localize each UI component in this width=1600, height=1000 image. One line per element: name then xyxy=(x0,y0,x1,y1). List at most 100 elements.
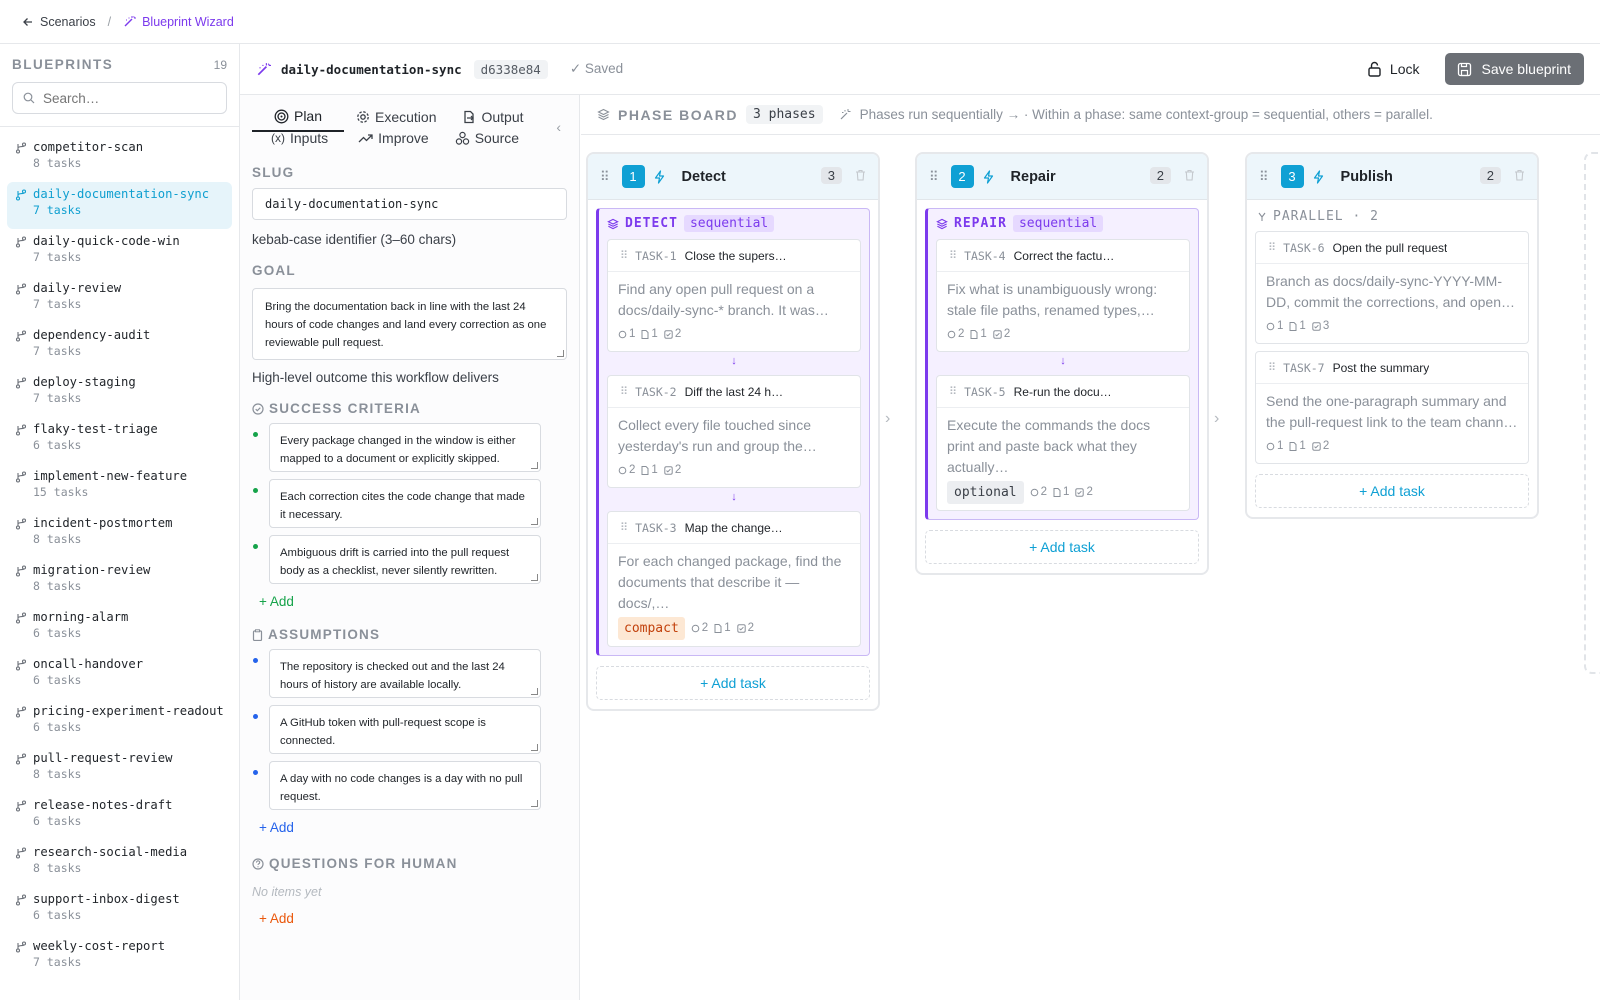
blueprint-search[interactable] xyxy=(12,82,227,114)
success-textarea[interactable]: Each correction cites the code change th… xyxy=(269,479,541,528)
assumptions-item: A GitHub token with pull-request scope i… xyxy=(252,705,567,754)
sidebar-item-dependency-audit[interactable]: dependency-audit 7 tasks xyxy=(7,323,232,370)
add-question-button[interactable]: + Add xyxy=(259,911,294,926)
drag-handle-icon[interactable]: ⠿ xyxy=(620,521,628,534)
trash-icon[interactable] xyxy=(855,169,866,181)
drag-handle-icon[interactable]: ⠿ xyxy=(600,169,610,185)
drag-handle-icon[interactable]: ⠿ xyxy=(929,169,939,185)
task-description: Execute the commands the docs print and … xyxy=(947,417,1151,475)
task-header: ⠿ TASK-4 Correct the factu… xyxy=(937,240,1189,272)
search-icon xyxy=(23,92,35,104)
trash-icon[interactable] xyxy=(1184,169,1195,181)
branch-icon xyxy=(15,236,27,248)
sidebar-item-incident-postmortem[interactable]: incident-postmortem 8 tasks xyxy=(7,511,232,558)
sidebar-item-flaky-test-triage[interactable]: flaky-test-triage 6 tasks xyxy=(7,417,232,464)
task-card[interactable]: ⠿ TASK-4 Correct the factu… Fix what is una… xyxy=(936,239,1190,352)
task-card[interactable]: ⠿ TASK-2 Diff the last 24 h… Collect every … xyxy=(607,375,861,488)
sidebar-item-competitor-scan[interactable]: competitor-scan 8 tasks xyxy=(7,135,232,182)
sidebar-item-oncall-handover[interactable]: oncall-handover 6 tasks xyxy=(7,652,232,699)
file-count-value: 1 xyxy=(651,328,658,340)
add-phase-placeholder[interactable] xyxy=(1584,152,1600,674)
add-task-button[interactable]: + Add task xyxy=(596,666,870,700)
bullet-dot xyxy=(253,658,258,663)
task-card[interactable]: ⠿ TASK-6 Open the pull request Branch as do… xyxy=(1255,231,1529,344)
drag-handle-icon[interactable]: ⠿ xyxy=(949,385,957,398)
sidebar-item-daily-review[interactable]: daily-review 7 tasks xyxy=(7,276,232,323)
task-description: Branch as docs/daily-sync-YYYY-MM-DD, co… xyxy=(1266,273,1515,310)
sidebar-item-research-social-media[interactable]: research-social-media 8 tasks xyxy=(7,840,232,887)
task-meta: 1 1 2 xyxy=(1266,436,1518,457)
phase-board-header: PHASE BOARD 3 phases Phases run sequenti… xyxy=(581,95,1600,135)
add-assumption-button[interactable]: + Add xyxy=(259,820,294,835)
blueprint-header: daily-documentation-sync d6338e84 ✓ Save… xyxy=(240,44,1600,95)
task-card[interactable]: ⠿ TASK-1 Close the supers… Find any open pu… xyxy=(607,239,861,352)
trash-icon[interactable] xyxy=(1514,169,1525,181)
resize-handle[interactable] xyxy=(531,800,538,807)
sidebar-item-pricing-experiment-readout[interactable]: pricing-experiment-readout 6 tasks xyxy=(7,699,232,746)
sidebar-item-daily-quick-code-win[interactable]: daily-quick-code-win 7 tasks xyxy=(7,229,232,276)
sidebar-item-count: 8 tasks xyxy=(33,579,82,593)
phase-board: ⠿ 1 Detect 3 DETECT sequential ⠿ TASK-1 Close th… xyxy=(581,135,1600,1000)
sidebar-item-name: daily-documentation-sync xyxy=(33,187,210,201)
resize-handle[interactable] xyxy=(531,462,538,469)
lock-button[interactable]: Lock xyxy=(1357,55,1430,83)
sidebar-item-deploy-staging[interactable]: deploy-staging 7 tasks xyxy=(7,370,232,417)
sidebar-item-support-inbox-digest[interactable]: support-inbox-digest 6 tasks xyxy=(7,887,232,934)
sidebar-item-weekly-cost-report[interactable]: weekly-cost-report 7 tasks xyxy=(7,934,232,981)
success-text: Every package changed in the window is e… xyxy=(280,435,516,465)
add-success-criterion-button[interactable]: + Add xyxy=(259,594,294,609)
assumptions-textarea[interactable]: A GitHub token with pull-request scope i… xyxy=(269,705,541,754)
file-count: 1 xyxy=(1053,482,1069,503)
tab-source[interactable]: Source xyxy=(455,123,519,153)
drag-handle-icon[interactable]: ⠿ xyxy=(949,249,957,262)
resize-handle[interactable] xyxy=(531,574,538,581)
slug-input[interactable]: daily-documentation-sync xyxy=(252,188,567,220)
add-task-button[interactable]: + Add task xyxy=(925,530,1199,564)
task-card[interactable]: ⠿ TASK-7 Post the summary Send the one-para… xyxy=(1255,351,1529,464)
sidebar-item-pull-request-review[interactable]: pull-request-review 8 tasks xyxy=(7,746,232,793)
goal-textarea[interactable]: Bring the documentation back in line wit… xyxy=(252,288,567,360)
check-count-value: 2 xyxy=(674,464,682,476)
layers-icon xyxy=(936,218,948,229)
task-meta: compact 2 1 2 xyxy=(618,617,850,640)
trend-icon xyxy=(358,134,373,143)
assumptions-textarea[interactable]: A day with no code changes is a day with… xyxy=(269,761,541,810)
task-card[interactable]: ⠿ TASK-3 Map the change… For each changed p… xyxy=(607,511,861,647)
resize-handle[interactable] xyxy=(531,518,538,525)
success-textarea[interactable]: Ambiguous drift is carried into the pull… xyxy=(269,535,541,584)
resize-handle[interactable] xyxy=(531,688,538,695)
back-to-scenarios-link[interactable]: Scenarios xyxy=(22,15,96,29)
sidebar-item-count: 8 tasks xyxy=(33,532,82,546)
sidebar-item-release-notes-draft[interactable]: release-notes-draft 6 tasks xyxy=(7,793,232,840)
assumptions-textarea[interactable]: The repository is checked out and the la… xyxy=(269,649,541,698)
tab-inputs[interactable]: (x) Inputs xyxy=(271,123,328,153)
drag-handle-icon[interactable]: ⠿ xyxy=(620,385,628,398)
assumptions-text: The repository is checked out and the la… xyxy=(280,661,505,691)
sidebar-item-daily-documentation-sync[interactable]: daily-documentation-sync 7 tasks xyxy=(7,182,232,229)
sidebar-item-migration-review[interactable]: migration-review 8 tasks xyxy=(7,558,232,605)
branch-icon xyxy=(15,142,27,154)
branch-icon xyxy=(15,377,27,389)
drag-handle-icon[interactable]: ⠿ xyxy=(1268,241,1276,254)
collapse-panel-button[interactable]: ‹ xyxy=(556,119,561,135)
save-blueprint-button[interactable]: Save blueprint xyxy=(1445,53,1584,85)
add-task-button[interactable]: + Add task xyxy=(1255,474,1529,508)
bullet-dot xyxy=(253,544,258,549)
drag-handle-icon[interactable]: ⠿ xyxy=(1268,361,1276,374)
resize-handle[interactable] xyxy=(557,350,564,357)
sidebar-item-implement-new-feature[interactable]: implement-new-feature 15 tasks xyxy=(7,464,232,511)
sidebar-item-morning-alarm[interactable]: morning-alarm 6 tasks xyxy=(7,605,232,652)
tab-improve[interactable]: Improve xyxy=(358,123,429,153)
context-count: 2 xyxy=(1030,482,1047,503)
search-input[interactable] xyxy=(43,90,213,106)
resize-handle[interactable] xyxy=(531,744,538,751)
check-count-value: 2 xyxy=(1086,486,1093,498)
variable-icon: (x) xyxy=(271,131,285,145)
drag-handle-icon[interactable]: ⠿ xyxy=(1259,169,1269,185)
sidebar-item-name: morning-alarm xyxy=(33,610,129,624)
success-textarea[interactable]: Every package changed in the window is e… xyxy=(269,423,541,472)
task-card[interactable]: ⠿ TASK-5 Re-run the docu… Execute the comma… xyxy=(936,375,1190,511)
task-id: TASK-7 xyxy=(1283,360,1325,375)
drag-handle-icon[interactable]: ⠿ xyxy=(620,249,628,262)
branch-icon xyxy=(15,659,27,671)
